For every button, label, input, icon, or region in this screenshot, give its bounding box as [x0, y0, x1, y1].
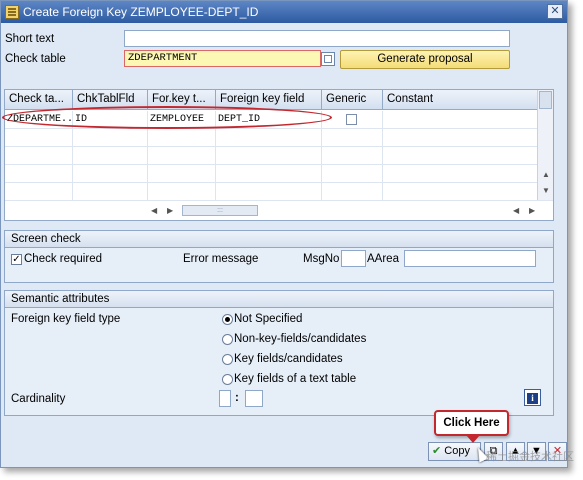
- table-row[interactable]: [5, 129, 538, 147]
- semantic-attributes-group: Semantic attributes Foreign key field ty…: [4, 290, 554, 416]
- generic-cell: [322, 111, 383, 129]
- scroll-up-icon[interactable]: ▲: [542, 170, 550, 179]
- info-icon[interactable]: i: [524, 389, 541, 406]
- short-text-input[interactable]: [124, 30, 510, 47]
- generate-proposal-button[interactable]: Generate proposal: [340, 50, 510, 69]
- copy-button[interactable]: ✔ Copy: [428, 442, 481, 461]
- semantic-attributes-title: Semantic attributes: [5, 291, 553, 308]
- click-here-callout: Click Here: [434, 410, 509, 443]
- dialog-window: Create Foreign Key ZEMPLOYEE-DEPT_ID ✕ S…: [0, 0, 568, 468]
- scroll-thumb[interactable]: [539, 91, 552, 109]
- scroll-right-icon[interactable]: ▶: [529, 206, 535, 215]
- display-icon[interactable]: [321, 52, 335, 66]
- radio-label: Key fields/candidates: [234, 353, 343, 365]
- column-header[interactable]: Constant: [383, 90, 538, 110]
- radio-non-key-fields[interactable]: [222, 334, 233, 345]
- cardinality-separator: :: [235, 392, 239, 404]
- radio-not-specified[interactable]: [222, 314, 233, 325]
- radio-label: Not Specified: [234, 313, 303, 325]
- window-title: Create Foreign Key ZEMPLOYEE-DEPT_ID: [23, 5, 259, 19]
- msgno-label: MsgNo: [303, 253, 340, 265]
- horizontal-thumb[interactable]: :::: [182, 205, 258, 216]
- close-icon[interactable]: ✕: [547, 4, 563, 19]
- aarea-input[interactable]: [404, 250, 536, 267]
- aarea-label: AArea: [367, 253, 399, 265]
- copy-label: Copy: [444, 445, 470, 457]
- radio-key-fields[interactable]: [222, 354, 233, 365]
- constant-cell[interactable]: [383, 111, 538, 129]
- fk-type-label: Foreign key field type: [11, 313, 121, 325]
- screen-check-group: Screen check ✓ Check required Error mess…: [4, 230, 554, 283]
- cardinality-right-input[interactable]: [245, 390, 263, 407]
- check-table-input[interactable]: ZDEPARTMENT: [124, 50, 321, 67]
- short-text-label: Short text: [5, 33, 55, 45]
- check-required-label: Check required: [24, 253, 102, 265]
- error-message-label: Error message: [183, 253, 259, 265]
- radio-label: Non-key-fields/candidates: [234, 333, 367, 345]
- cardinality-left-input[interactable]: [219, 390, 231, 407]
- scroll-right-icon[interactable]: ▶: [167, 206, 173, 215]
- column-header[interactable]: Generic: [322, 90, 383, 110]
- window-icon: [5, 5, 19, 19]
- checkmark-icon: ✔: [432, 445, 442, 457]
- table-row[interactable]: [5, 147, 538, 165]
- horizontal-scrollbar[interactable]: ◀ ▶ ::: ◀ ▶: [5, 200, 553, 220]
- msgno-input[interactable]: [341, 250, 366, 267]
- watermark: 稀土掘金技术社区: [486, 451, 574, 463]
- radio-key-fields-text-table[interactable]: [222, 374, 233, 385]
- check-required-checkbox[interactable]: ✓: [11, 254, 22, 265]
- table-row[interactable]: [5, 183, 538, 201]
- title-bar: Create Foreign Key ZEMPLOYEE-DEPT_ID ✕: [1, 1, 567, 23]
- screen-check-title: Screen check: [5, 231, 553, 248]
- generic-checkbox[interactable]: [346, 114, 357, 125]
- scroll-left-icon[interactable]: ◀: [151, 206, 157, 215]
- cardinality-label: Cardinality: [11, 393, 66, 405]
- vertical-scrollbar[interactable]: ▲ ▼: [537, 90, 553, 201]
- scroll-left-icon[interactable]: ◀: [513, 206, 519, 215]
- highlight-ellipse: [2, 106, 332, 129]
- column-header[interactable]: Check ta...: [5, 90, 73, 110]
- table-row[interactable]: [5, 165, 538, 183]
- check-table-label: Check table: [5, 53, 66, 65]
- radio-label: Key fields of a text table: [234, 373, 357, 385]
- scroll-down-icon[interactable]: ▼: [542, 186, 550, 195]
